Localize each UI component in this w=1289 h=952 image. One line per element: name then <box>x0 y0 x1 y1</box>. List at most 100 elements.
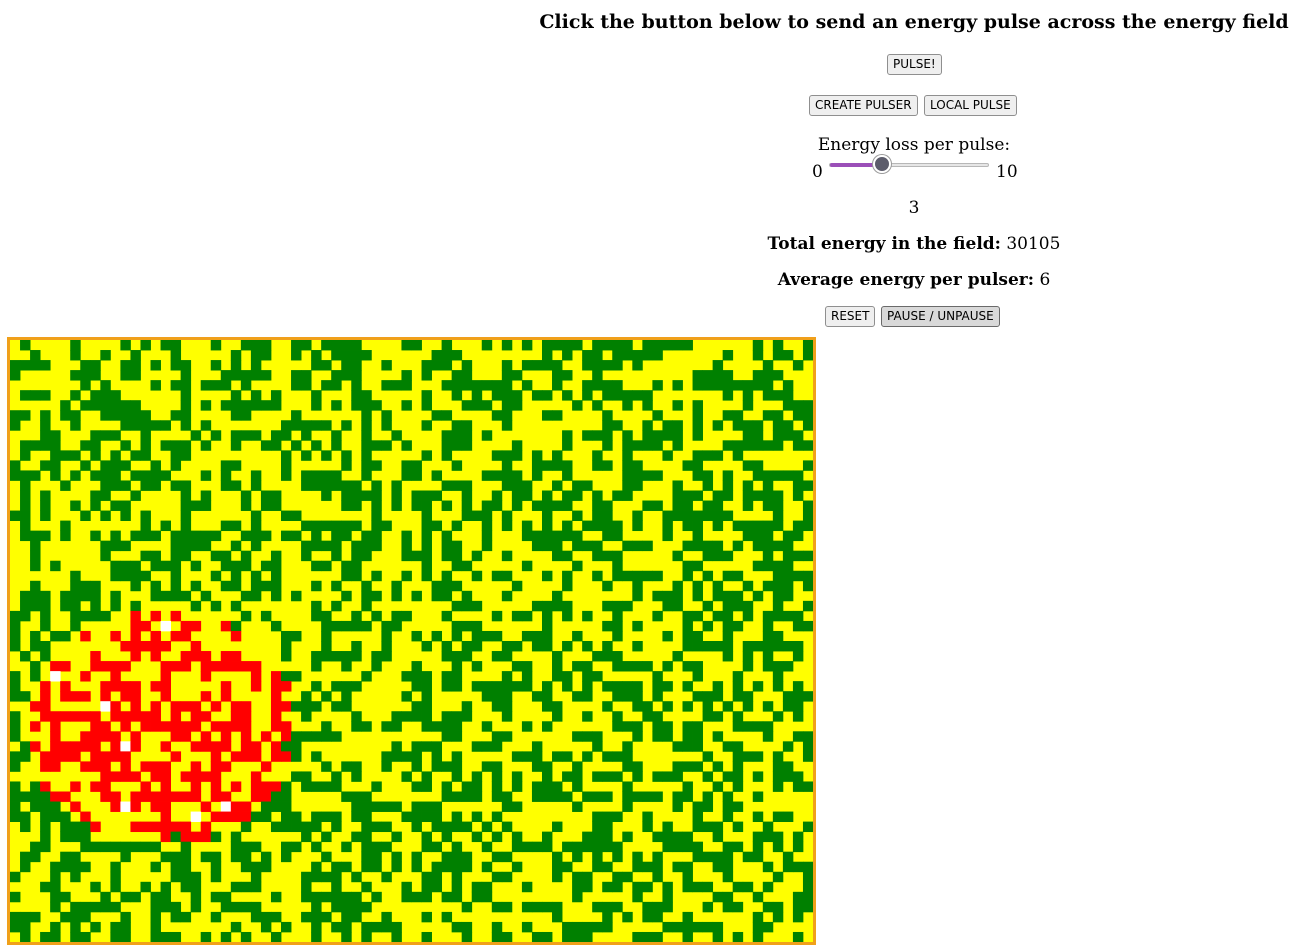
reset-button[interactable]: RESET <box>825 306 876 327</box>
field-cell <box>240 811 252 822</box>
create-pulser-button[interactable]: CREATE PULSER <box>809 95 918 116</box>
field-cell <box>431 520 443 532</box>
field-cell <box>582 390 593 401</box>
field-cell <box>341 340 352 351</box>
field-cell <box>792 891 804 903</box>
field-cell <box>451 390 463 401</box>
field-cell <box>712 550 724 562</box>
average-energy-value: 6 <box>1039 270 1051 290</box>
field-cell <box>371 921 382 933</box>
field-cell <box>361 861 372 873</box>
field-cell <box>230 370 242 381</box>
field-cell <box>10 681 21 692</box>
field-cell <box>50 901 61 913</box>
field-cell <box>662 590 673 602</box>
field-cell <box>281 851 292 863</box>
field-cell <box>10 370 21 381</box>
field-cell <box>602 500 613 511</box>
field-cell <box>481 540 493 552</box>
pulse-button[interactable]: PULSE! <box>887 54 942 75</box>
field-cell <box>662 731 673 742</box>
field-cell <box>270 691 282 702</box>
field-cell <box>140 550 151 562</box>
field-cell <box>230 400 242 411</box>
field-cell <box>160 851 171 863</box>
field-cell <box>612 420 623 431</box>
field-cell <box>401 610 412 622</box>
field-cell <box>321 761 332 772</box>
field-cell <box>732 380 744 391</box>
energy-loss-slider[interactable] <box>829 155 989 173</box>
field-cell <box>752 420 764 431</box>
field-cell <box>501 590 513 602</box>
field-cell <box>220 721 232 732</box>
field-cell <box>210 891 222 903</box>
field-cell <box>321 781 332 792</box>
field-cell <box>582 731 593 742</box>
field-cell <box>662 530 673 542</box>
field-cell <box>100 891 111 903</box>
field-cell <box>110 681 121 692</box>
local-pulse-button[interactable]: LOCAL PULSE <box>924 95 1017 116</box>
field-cell <box>100 550 111 562</box>
field-cell <box>521 530 533 542</box>
field-cell <box>291 590 302 602</box>
field-cell <box>582 480 593 491</box>
field-cell <box>351 681 362 692</box>
field-cell <box>291 380 302 391</box>
slider-thumb[interactable] <box>872 155 891 173</box>
field-cell <box>792 771 804 782</box>
field-cell <box>632 470 643 481</box>
field-cell <box>722 701 734 712</box>
field-cell <box>311 440 322 451</box>
field-cell <box>752 891 764 903</box>
field-cell <box>541 410 553 421</box>
field-cell <box>562 791 573 802</box>
field-cell <box>732 620 744 632</box>
energy-field[interactable] <box>7 337 816 945</box>
field-cell <box>70 871 81 883</box>
field-cell <box>301 470 312 481</box>
pause-unpause-button[interactable]: PAUSE / UNPAUSE <box>881 306 1000 327</box>
field-cell <box>170 550 182 562</box>
field-cell <box>521 380 533 391</box>
field-cell <box>260 500 272 511</box>
field-cell <box>411 761 422 772</box>
field-cell <box>782 560 794 572</box>
field-cell <box>552 851 563 863</box>
field-cell <box>20 510 31 521</box>
field-cell <box>70 410 81 421</box>
field-cell <box>30 590 41 602</box>
field-cell <box>652 901 663 913</box>
field-cell <box>270 931 282 942</box>
field-cell <box>50 791 61 802</box>
energy-field-grid[interactable] <box>10 340 813 942</box>
field-cell <box>501 510 513 521</box>
field-cell <box>782 530 794 542</box>
field-cell <box>150 711 161 722</box>
field-cell <box>170 851 182 863</box>
field-cell <box>602 600 613 612</box>
field-cell <box>180 390 192 401</box>
field-cell <box>692 671 703 682</box>
field-cell <box>170 911 182 923</box>
field-cell <box>531 530 543 542</box>
field-cell <box>210 861 222 873</box>
field-cell <box>762 831 774 843</box>
field-cell <box>592 570 603 582</box>
field-cell <box>421 771 432 782</box>
field-cell <box>672 590 683 602</box>
field-cell <box>341 911 352 923</box>
field-cell <box>612 360 623 371</box>
field-cell <box>602 390 613 401</box>
field-cell <box>180 701 192 712</box>
field-cell <box>501 821 513 833</box>
field-cell <box>130 741 141 752</box>
field-cell <box>30 721 41 732</box>
field-cell <box>311 530 322 542</box>
field-cell <box>220 741 232 752</box>
field-cell <box>572 540 583 552</box>
field-cell <box>50 450 61 461</box>
field-cell <box>461 851 473 863</box>
field-cell <box>632 701 643 712</box>
